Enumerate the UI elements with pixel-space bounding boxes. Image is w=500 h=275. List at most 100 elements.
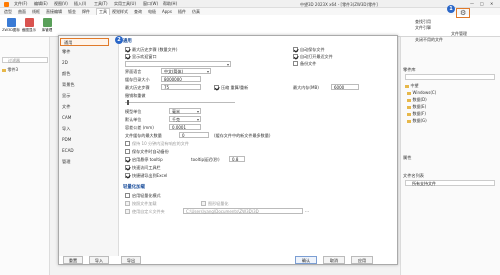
tooltip-delay-input[interactable]: 0.8 xyxy=(229,156,245,162)
reset-button[interactable]: 重置 xyxy=(63,256,83,264)
lw-graphic-label: 图形轻量化 xyxy=(208,201,229,206)
tree-item[interactable]: 零件3 xyxy=(2,67,18,73)
undo-slider[interactable] xyxy=(125,102,235,103)
file-cache-input[interactable]: 0 xyxy=(179,132,209,138)
nav-display[interactable]: 显示 xyxy=(59,92,119,100)
prompt-save-checkbox[interactable] xyxy=(125,47,130,52)
undo-slider-handle[interactable] xyxy=(127,100,129,105)
tolerance-input[interactable]: 0.0001 xyxy=(169,124,201,130)
lw-components-label: 按照文件加载 xyxy=(132,201,157,206)
library-search-input[interactable] xyxy=(405,74,495,80)
file-engine-item[interactable]: 文件引擎 xyxy=(415,25,431,31)
part-icon xyxy=(2,68,6,72)
cache-input[interactable]: 8000000 xyxy=(161,76,201,82)
close-icon[interactable]: ✕ xyxy=(490,1,493,6)
filter-select[interactable]: 所有支持文件 xyxy=(405,180,495,186)
close-unused-item[interactable]: 关闭不用的文件 xyxy=(415,37,443,43)
nav-2d[interactable]: 2D xyxy=(59,59,119,67)
tree-item-label: 零件3 xyxy=(7,67,19,72)
screenshot-button[interactable]: 截图显示 xyxy=(20,17,38,35)
filter-input[interactable]: 过滤器 xyxy=(2,57,48,63)
folder-item[interactable]: Windows(C) xyxy=(407,90,436,95)
maximize-icon[interactable]: □ xyxy=(480,1,484,6)
export-button[interactable]: 导出 xyxy=(121,256,141,264)
camera-icon xyxy=(24,18,34,27)
auto-keep-checkbox[interactable] xyxy=(125,141,130,146)
options-dialog: 通用 零件 2D 颜色 背景色 显示 文件 CAM 导入 PDM ECAD 管理… xyxy=(58,35,398,265)
folder-icon xyxy=(407,105,411,109)
lw-enable-checkbox[interactable] xyxy=(125,193,130,198)
options-content: 通用 最大历史步骤 (数量文件) 自动保存文件 显示欢迎窗口 自动打开最近文件 … xyxy=(121,36,397,256)
apply-button[interactable]: 应用 xyxy=(351,256,373,264)
folder-icon xyxy=(407,119,411,123)
settings-gear-icon[interactable]: ⚙ xyxy=(460,9,466,17)
tooltip-label: 启用悬停 tooltip xyxy=(132,157,163,162)
max-mem-input[interactable]: 6000 xyxy=(331,84,359,90)
step-badge-1: 1 xyxy=(447,5,455,13)
folder-icon xyxy=(407,112,411,116)
save-backup-checkbox[interactable] xyxy=(293,61,298,66)
tab-apps[interactable]: Apps xyxy=(162,9,172,14)
nav-manage[interactable]: 管理 xyxy=(59,158,119,166)
menu-edit[interactable]: 编辑(E) xyxy=(34,1,48,7)
folder-item[interactable]: 数据(G) xyxy=(407,118,427,124)
backup-checkbox[interactable] xyxy=(125,149,130,154)
tab-tools[interactable]: 工具 xyxy=(96,8,110,15)
unit-select[interactable]: 毫米 xyxy=(169,108,201,114)
language-select[interactable]: 中文(简体) xyxy=(161,68,211,74)
menu-window[interactable]: 窗口(W) xyxy=(143,1,158,7)
folder-root[interactable]: 中望 xyxy=(405,83,419,89)
nav-general[interactable]: 通用 xyxy=(60,38,109,46)
tooltip-checkbox[interactable] xyxy=(125,157,130,162)
nav-background[interactable]: 背景色 xyxy=(59,81,119,89)
browse-icon[interactable]: … xyxy=(305,208,309,213)
menu-utilities[interactable]: 实用工具(U) xyxy=(114,1,136,7)
zw3d-icon-button[interactable]: ZW3D图标 xyxy=(2,17,20,35)
lw-graphic-checkbox[interactable] xyxy=(201,201,206,206)
menu-tools[interactable]: 工具(T) xyxy=(94,1,108,7)
tooltip-delay-label: tooltip延迟(秒) xyxy=(191,157,220,162)
file-manager-item[interactable]: 文件管理 xyxy=(451,31,467,37)
folder-item[interactable]: 数据(E) xyxy=(407,104,426,110)
recent-files-select[interactable]: 8000000 xyxy=(125,61,231,67)
nav-color[interactable]: 颜色 xyxy=(59,70,119,78)
nav-file[interactable]: 文件 xyxy=(59,103,119,111)
nav-pdm[interactable]: PDM xyxy=(59,136,119,144)
folder-label: 中望 xyxy=(410,83,419,88)
nav-part[interactable]: 零件 xyxy=(59,48,119,56)
lw-path-input[interactable]: C:\Users\yang\Documents\ZW3D\3D xyxy=(183,208,303,214)
ribbon-excel-checkbox[interactable] xyxy=(125,173,130,178)
quick-access-checkbox[interactable] xyxy=(125,165,130,170)
ribbon-button-label: ZW3D图标 xyxy=(2,28,20,32)
default-unit-select[interactable]: 千克 xyxy=(169,116,201,122)
nav-cam[interactable]: CAM xyxy=(59,114,119,122)
folder-item[interactable]: 数据(D) xyxy=(407,97,427,103)
cancel-button[interactable]: 取消 xyxy=(323,256,345,264)
chevron-down-icon xyxy=(227,63,229,66)
lw-path-checkbox[interactable] xyxy=(125,209,130,214)
nav-ecad[interactable]: ECAD xyxy=(59,147,119,155)
folder-icon xyxy=(405,84,409,88)
minimize-icon[interactable]: — xyxy=(470,1,474,6)
attr-section-title: 属性 xyxy=(403,155,412,160)
ok-button[interactable]: 确认 xyxy=(295,256,317,264)
show-welcome-checkbox[interactable] xyxy=(125,54,130,59)
lw-components-checkbox[interactable] xyxy=(125,201,130,206)
image-icon xyxy=(6,18,16,27)
folder-icon xyxy=(407,98,411,102)
auto-save-checkbox[interactable] xyxy=(293,47,298,52)
max-history-input[interactable]: 75 xyxy=(161,84,201,90)
library-button[interactable]: 库管理 xyxy=(38,17,56,35)
history-recalc-checkbox[interactable] xyxy=(214,85,219,90)
folder-label: 数据(G) xyxy=(412,118,427,123)
nav-import[interactable]: 导入 xyxy=(59,125,119,133)
import-button[interactable]: 导入 xyxy=(89,256,109,264)
folder-label: 数据(D) xyxy=(412,97,427,102)
tolerance-label: 容差公差 (mm) xyxy=(125,125,154,130)
menu-help[interactable]: 帮助(H) xyxy=(163,1,177,7)
start-page-checkbox[interactable] xyxy=(293,54,298,59)
menu-view[interactable]: 视图(V) xyxy=(54,1,68,7)
menu-insert[interactable]: 插入(I) xyxy=(74,1,86,7)
menu-file[interactable]: 文件(F) xyxy=(14,1,27,7)
folder-item[interactable]: 数据(F) xyxy=(407,111,426,117)
